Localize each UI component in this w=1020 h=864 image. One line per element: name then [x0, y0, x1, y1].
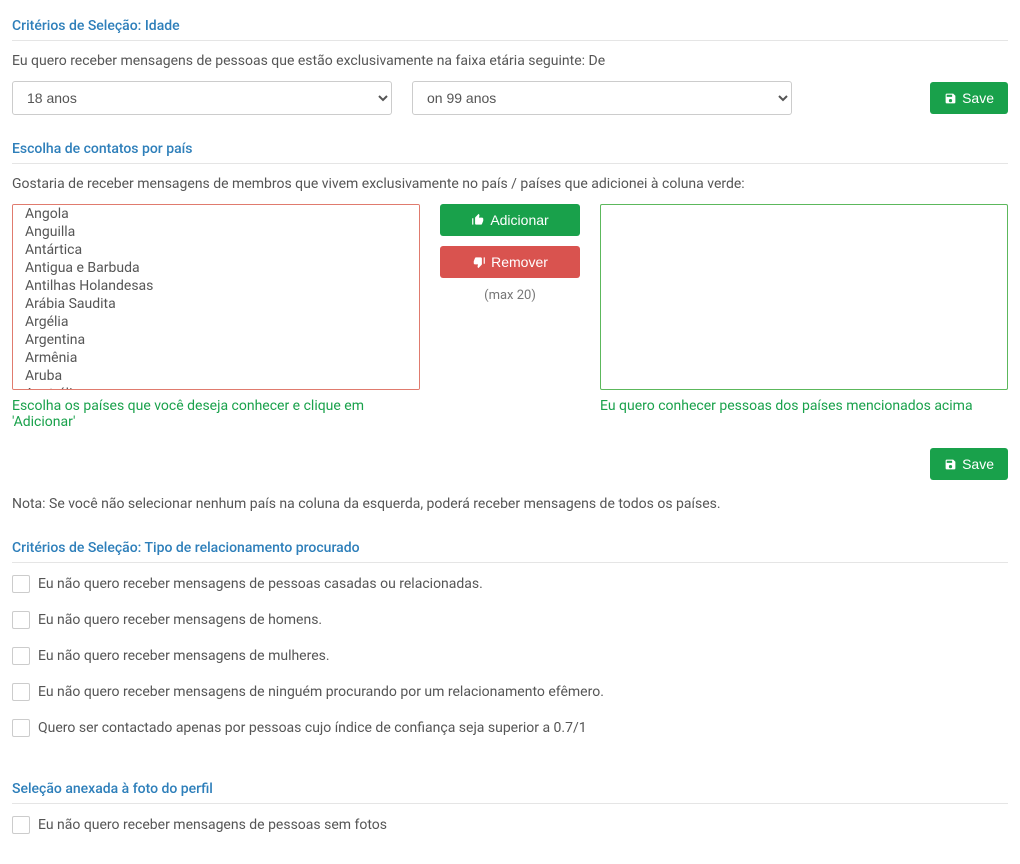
save-label: Save: [962, 90, 994, 106]
list-item[interactable]: Armênia: [13, 349, 419, 367]
thumbs-down-icon: [472, 255, 486, 269]
checkbox-married[interactable]: [12, 575, 30, 593]
age-save-button[interactable]: Save: [930, 82, 1008, 114]
add-country-button[interactable]: Adicionar: [440, 204, 580, 236]
list-item[interactable]: Anguilla: [13, 223, 419, 241]
age-from-select[interactable]: 18 anos: [12, 81, 392, 115]
checkbox-label[interactable]: Eu não quero receber mensagens de pessoa…: [38, 576, 483, 592]
max-count-note: (max 20): [484, 288, 536, 303]
relationship-section-header: Critérios de Seleção: Tipo de relacionam…: [12, 534, 1008, 563]
age-to-select[interactable]: on 99 anos: [412, 81, 792, 115]
checkbox-row: Eu não quero receber mensagens de homens…: [12, 611, 1008, 629]
checkbox-label[interactable]: Eu não quero receber mensagens de ningué…: [38, 684, 604, 700]
available-countries-col: Angola Anguilla Antártica Antigua e Barb…: [12, 204, 420, 430]
remove-country-button[interactable]: Remover: [440, 246, 580, 278]
checkbox-trust-index[interactable]: [12, 719, 30, 737]
checkbox-label[interactable]: Eu não quero receber mensagens de pessoa…: [38, 817, 387, 833]
checkbox-row: Eu não quero receber mensagens de ningué…: [12, 683, 1008, 701]
country-description: Gostaria de receber mensagens de membros…: [12, 176, 1008, 192]
list-item[interactable]: Angola: [13, 205, 419, 223]
checkbox-ephemeral[interactable]: [12, 683, 30, 701]
checkbox-row: Eu não quero receber mensagens de pessoa…: [12, 575, 1008, 593]
country-actions-col: Adicionar Remover (max 20): [440, 204, 580, 303]
thumbs-up-icon: [471, 213, 485, 227]
available-countries-list[interactable]: Angola Anguilla Antártica Antigua e Barb…: [12, 204, 420, 390]
list-item[interactable]: Antigua e Barbuda: [13, 259, 419, 277]
country-note: Nota: Se você não selecionar nenhum país…: [12, 496, 1008, 512]
remove-label: Remover: [491, 254, 548, 270]
checkbox-row: Eu não quero receber mensagens de mulher…: [12, 647, 1008, 665]
country-row: Angola Anguilla Antártica Antigua e Barb…: [12, 204, 1008, 430]
list-item[interactable]: Argélia: [13, 313, 419, 331]
age-row: 18 anos on 99 anos Save: [12, 81, 1008, 115]
save-icon: [944, 92, 957, 105]
list-item[interactable]: Antilhas Holandesas: [13, 277, 419, 295]
checkbox-row: Eu não quero receber mensagens de pessoa…: [12, 816, 1008, 834]
age-section-header: Critérios de Seleção: Idade: [12, 12, 1008, 41]
country-save-row: Save: [12, 448, 1008, 480]
save-icon: [944, 458, 957, 471]
checkbox-men[interactable]: [12, 611, 30, 629]
list-item[interactable]: Antártica: [13, 241, 419, 259]
checkbox-label[interactable]: Quero ser contactado apenas por pessoas …: [38, 720, 587, 736]
age-description: Eu quero receber mensagens de pessoas qu…: [12, 53, 1008, 69]
list-item[interactable]: Argentina: [13, 331, 419, 349]
checkbox-no-photo[interactable]: [12, 816, 30, 834]
country-save-button[interactable]: Save: [930, 448, 1008, 480]
list-item[interactable]: Arábia Saudita: [13, 295, 419, 313]
checkbox-women[interactable]: [12, 647, 30, 665]
selected-countries-col: Eu quero conhecer pessoas dos países men…: [600, 204, 1008, 414]
available-helper-text: Escolha os países que você deseja conhec…: [12, 390, 420, 430]
save-label: Save: [962, 456, 994, 472]
photo-section-header: Seleção anexada à foto do perfil: [12, 775, 1008, 804]
checkbox-row: Quero ser contactado apenas por pessoas …: [12, 719, 1008, 737]
checkbox-label[interactable]: Eu não quero receber mensagens de homens…: [38, 612, 322, 628]
checkbox-label[interactable]: Eu não quero receber mensagens de mulher…: [38, 648, 330, 664]
selected-helper-text: Eu quero conhecer pessoas dos países men…: [600, 390, 1008, 414]
selected-countries-list[interactable]: [600, 204, 1008, 390]
list-item[interactable]: Aruba: [13, 367, 419, 385]
add-label: Adicionar: [490, 212, 548, 228]
country-section-header: Escolha de contatos por país: [12, 135, 1008, 164]
